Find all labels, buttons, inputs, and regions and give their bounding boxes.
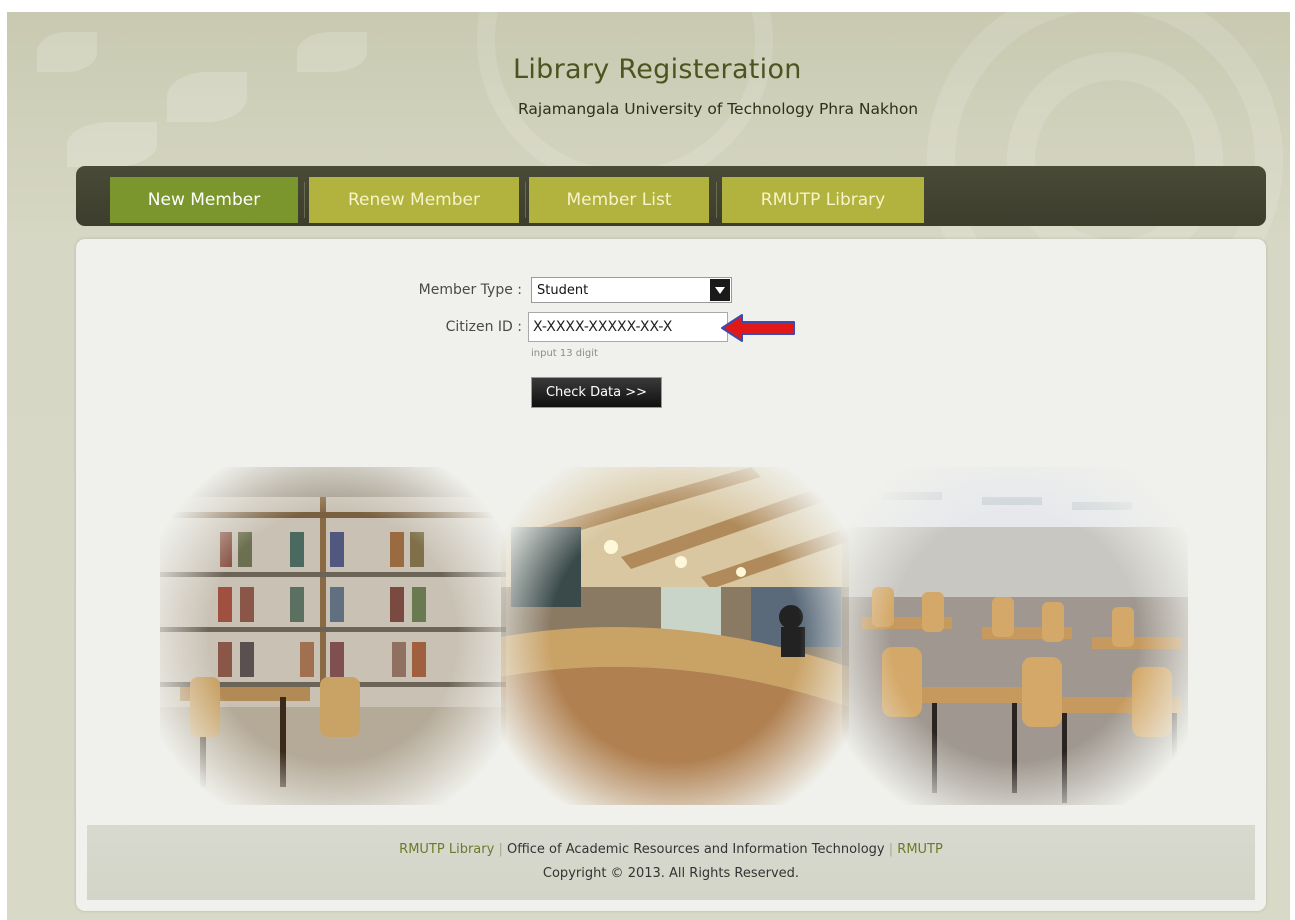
member-type-label: Member Type :	[418, 282, 522, 298]
tab-member-list[interactable]: Member List	[529, 177, 709, 223]
decorative-leaf	[37, 32, 97, 72]
tab-label: Renew Member	[348, 190, 480, 210]
tab-new-member[interactable]: New Member	[110, 177, 298, 223]
footer-separator: |	[498, 842, 503, 857]
footer-links: RMUTP Library | Office of Academic Resou…	[87, 842, 1255, 857]
page-footer: RMUTP Library | Office of Academic Resou…	[87, 825, 1255, 900]
citizen-id-label: Citizen ID :	[445, 319, 522, 335]
library-shelves-photo	[160, 467, 506, 805]
tab-label: Member List	[566, 190, 672, 210]
content-panel: Member Type : Student Citizen ID : input…	[76, 239, 1266, 911]
library-front-desk-photo	[501, 467, 849, 805]
decorative-leaf	[167, 72, 247, 122]
decorative-ring	[1007, 52, 1223, 268]
tab-label: New Member	[147, 190, 261, 210]
decorative-leaf	[297, 32, 367, 72]
citizen-id-input[interactable]	[528, 312, 728, 342]
page-background: Library Registeration Rajamangala Univer…	[7, 12, 1290, 920]
member-type-value: Student	[537, 283, 589, 298]
decorative-leaf	[67, 122, 157, 167]
chevron-down-icon[interactable]	[710, 279, 730, 301]
page-title: Library Registeration	[513, 54, 802, 85]
tab-rmutp-library[interactable]: RMUTP Library	[722, 177, 924, 223]
tab-label: RMUTP Library	[760, 190, 886, 210]
red-arrow-icon	[721, 314, 795, 342]
footer-office: Office of Academic Resources and Informa…	[506, 842, 885, 857]
main-nav: New Member Renew Member Member List RMUT…	[76, 166, 1266, 226]
member-type-select[interactable]: Student	[531, 277, 732, 303]
check-data-button[interactable]: Check Data >>	[531, 377, 662, 408]
tab-divider	[525, 182, 526, 218]
tab-renew-member[interactable]: Renew Member	[309, 177, 519, 223]
tab-divider	[716, 182, 717, 218]
library-reading-room-photo	[842, 467, 1188, 805]
footer-link-rmutp-library[interactable]: RMUTP Library	[399, 842, 494, 857]
citizen-id-hint: input 13 digit	[531, 348, 598, 359]
page-subtitle: Rajamangala University of Technology Phr…	[518, 100, 919, 118]
footer-copyright: Copyright © 2013. All Rights Reserved.	[542, 866, 800, 881]
footer-separator: |	[888, 842, 894, 857]
footer-link-rmutp[interactable]: RMUTP	[897, 842, 943, 857]
tab-divider	[304, 182, 305, 218]
